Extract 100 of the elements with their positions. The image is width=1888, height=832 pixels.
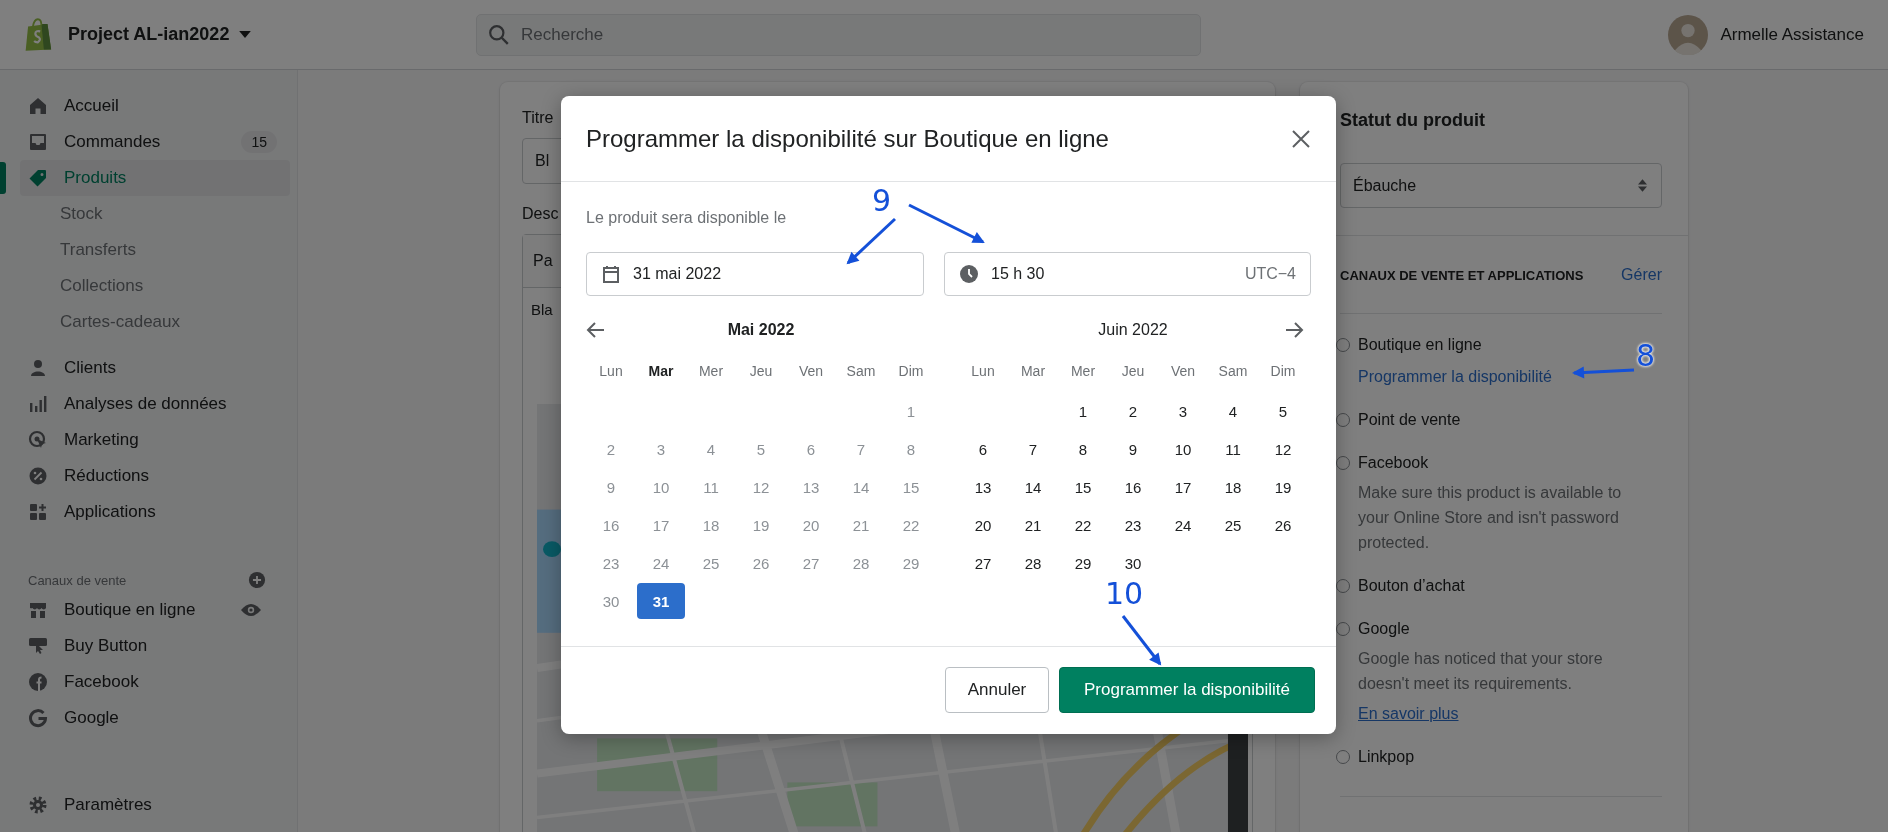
tag-icon <box>28 168 48 188</box>
weekday-label: Ven <box>797 362 825 381</box>
status-select[interactable]: Ébauche <box>1340 163 1662 208</box>
weekday-label: Mer <box>1069 362 1097 381</box>
learn-more-link[interactable]: En savoir plus <box>1358 701 1459 726</box>
calendar-day[interactable]: 26 <box>1258 506 1308 544</box>
weekday-label: Dim <box>897 362 925 381</box>
avatar[interactable] <box>1668 14 1709 55</box>
weekday-label: Lun <box>970 362 996 381</box>
nav-item[interactable]: Google <box>0 700 119 736</box>
field-label: Titre <box>522 108 554 128</box>
calendar-day[interactable]: 24 <box>1158 506 1208 544</box>
nav-item[interactable]: Facebook <box>0 664 139 700</box>
calendar-day[interactable]: 3 <box>1158 392 1208 430</box>
apps-icon <box>28 502 48 522</box>
settings-icon <box>28 795 48 815</box>
calendar-day[interactable]: 22 <box>1058 506 1108 544</box>
calendar-day[interactable]: 20 <box>958 506 1008 544</box>
pointer-button-icon <box>28 636 48 656</box>
google-icon <box>28 708 48 728</box>
nav-item[interactable]: Paramètres <box>0 787 297 823</box>
nav-subitem[interactable]: Collections <box>0 268 144 304</box>
calendar-day[interactable]: 16 <box>1108 468 1158 506</box>
calendar-day[interactable]: 28 <box>1008 544 1058 582</box>
time-field[interactable]: 15 h 30 UTC−4 <box>944 252 1311 296</box>
callout-number: 8 <box>1636 340 1656 372</box>
clock-icon <box>959 264 979 284</box>
calendar-day[interactable]: 6 <box>958 430 1008 468</box>
calendar-day[interactable]: 25 <box>1208 506 1258 544</box>
close-icon[interactable] <box>1291 128 1311 149</box>
schedule-link[interactable]: Programmer la disponibilité <box>1358 364 1552 389</box>
calendar-day[interactable]: 14 <box>1008 468 1058 506</box>
month-title: Juin 2022 <box>1097 321 1169 339</box>
nav-item[interactable]: Analyses de données <box>0 386 227 422</box>
calendar-day[interactable]: 10 <box>1158 430 1208 468</box>
nav-item[interactable]: Commandes <box>0 124 161 160</box>
timezone-text: UTC−4 <box>1244 265 1296 283</box>
nav-item[interactable]: Marketing <box>0 422 139 458</box>
editor-text: Bla <box>530 300 554 320</box>
callout-number: 9 <box>872 185 892 217</box>
channel-name: Bouton d’achat <box>1358 576 1465 595</box>
calendar-day[interactable]: 29 <box>1058 544 1108 582</box>
cancel-button[interactable]: Annuler <box>945 667 1049 713</box>
weekday-label: Sam <box>1217 362 1249 381</box>
discount-icon <box>28 466 48 486</box>
calendar-day[interactable]: 7 <box>1008 430 1058 468</box>
format-dropdown[interactable]: Pa <box>533 252 553 270</box>
calendar-day[interactable]: 11 <box>1208 430 1258 468</box>
nav-item[interactable]: Clients <box>0 350 116 386</box>
calendar-day[interactable]: 19 <box>1258 468 1308 506</box>
nav-item[interactable]: Produits <box>20 160 290 196</box>
channel-name: Point de vente <box>1358 410 1461 429</box>
search-field[interactable]: Recherche <box>476 13 1201 56</box>
calendar-day[interactable]: 9 <box>1108 430 1158 468</box>
home-icon <box>28 96 48 116</box>
nav-subitem[interactable]: Transferts <box>0 232 136 268</box>
next-month-icon[interactable] <box>1284 320 1304 340</box>
store-icon <box>28 600 48 620</box>
store-switcher[interactable]: Project AL-ian2022 <box>68 24 252 45</box>
nav-item[interactable]: Réductions <box>0 458 150 494</box>
calendar-day[interactable]: 27 <box>958 544 1008 582</box>
user-name[interactable]: Armelle Assistance <box>1720 24 1864 45</box>
manage-link[interactable]: Gérer <box>1621 266 1662 284</box>
dialog-title: Programmer la disponibilité sur Boutique en ligne <box>586 124 1109 153</box>
calendar-day[interactable]: 23 <box>1108 506 1158 544</box>
month-title: Mai 2022 <box>726 321 796 339</box>
channel-name: Linkpop <box>1358 747 1415 766</box>
weekday-label: Mar <box>1019 362 1047 381</box>
calendar-day[interactable]: 15 <box>1058 468 1108 506</box>
calendar-day[interactable]: 21 <box>1008 506 1058 544</box>
add-icon[interactable] <box>248 571 266 589</box>
nav-item[interactable]: Buy Button <box>0 628 148 664</box>
schedule-button[interactable]: Programmer la disponibilité <box>1059 667 1315 713</box>
facebook-icon <box>28 672 48 692</box>
caret-icon <box>239 31 252 38</box>
nav-item[interactable]: Boutique en ligne <box>0 592 196 628</box>
selected-indicator <box>0 162 6 194</box>
previous-month-icon[interactable] <box>586 320 606 340</box>
calendar-day[interactable]: 4 <box>1208 392 1258 430</box>
weekday-label: Jeu <box>1120 362 1146 381</box>
nav-item[interactable]: Accueil <box>0 88 119 124</box>
calendar-icon <box>601 264 621 284</box>
calendar-day[interactable]: 17 <box>1158 468 1208 506</box>
section-heading: CANAUX DE VENTE ET APPLICATIONS <box>1340 267 1584 283</box>
calendar-day[interactable]: 8 <box>1058 430 1108 468</box>
channel-name: Google <box>1358 619 1410 638</box>
calendar-day[interactable]: 12 <box>1258 430 1308 468</box>
nav-subitem[interactable]: Cartes-cadeaux <box>0 304 180 340</box>
calendar-day[interactable]: 31 <box>637 583 685 619</box>
nav-subitem[interactable]: Stock <box>0 196 103 232</box>
channel-note: Make sure this product is available to your Online Store and isn't password protected. <box>1358 483 1623 553</box>
calendar-day[interactable]: 2 <box>1108 392 1158 430</box>
date-field[interactable]: 31 mai 2022 <box>586 252 924 296</box>
weekday-label: Jeu <box>748 362 774 381</box>
calendar-day[interactable]: 5 <box>1258 392 1308 430</box>
calendar-day[interactable]: 13 <box>958 468 1008 506</box>
nav-item[interactable]: Applications <box>0 494 156 530</box>
calendar-day[interactable]: 18 <box>1208 468 1258 506</box>
eye-icon[interactable] <box>240 603 262 617</box>
calendar-day[interactable]: 1 <box>1058 392 1108 430</box>
